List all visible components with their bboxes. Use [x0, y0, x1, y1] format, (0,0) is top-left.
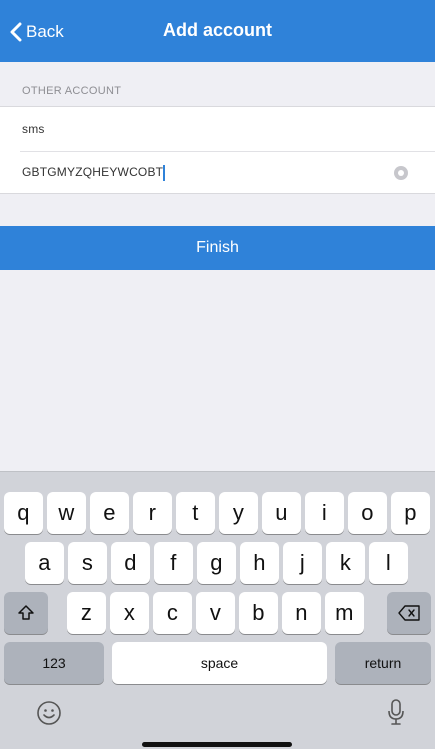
key-q[interactable]: q	[4, 492, 43, 534]
keyboard: qwertyuiop asdfghjkl zxcvbnm 123 space r…	[0, 471, 435, 749]
text-caret	[163, 165, 166, 181]
secret-key-row[interactable]: GBTGMYZQHEYWCOBT	[0, 151, 435, 195]
key-u[interactable]: u	[262, 492, 301, 534]
page-title: Add account	[162, 20, 272, 40]
emoji-icon	[37, 701, 61, 725]
space-key[interactable]: space	[112, 642, 327, 684]
account-name-row[interactable]: sms	[0, 107, 435, 151]
key-g[interactable]: g	[197, 542, 236, 584]
key-b[interactable]: b	[239, 592, 278, 634]
key-c[interactable]: c	[153, 592, 192, 634]
shift-key[interactable]	[4, 592, 48, 634]
key-t[interactable]: t	[176, 492, 215, 534]
backspace-icon	[398, 605, 420, 621]
key-f[interactable]: f	[154, 542, 193, 584]
key-w[interactable]: w	[47, 492, 86, 534]
account-form: sms GBTGMYZQHEYWCOBT	[0, 106, 435, 194]
return-key[interactable]: return	[335, 642, 431, 684]
secret-key-field[interactable]: GBTGMYZQHEYWCOBT	[22, 165, 166, 181]
key-p[interactable]: p	[391, 492, 430, 534]
delete-key[interactable]	[387, 592, 431, 634]
secret-key-text: GBTGMYZQHEYWCOBT	[22, 165, 164, 180]
numbers-key[interactable]: 123	[4, 642, 104, 684]
key-z[interactable]: z	[67, 592, 106, 634]
key-x[interactable]: x	[110, 592, 149, 634]
section-header: OTHER ACCOUNT	[22, 85, 122, 97]
key-e[interactable]: e	[90, 492, 129, 534]
account-name-field[interactable]: sms	[22, 122, 45, 136]
navigation-bar: Back Add account	[0, 0, 435, 62]
clear-circle-icon[interactable]	[394, 166, 408, 180]
key-j[interactable]: j	[283, 542, 322, 584]
key-a[interactable]: a	[25, 542, 64, 584]
key-r[interactable]: r	[133, 492, 172, 534]
key-l[interactable]: l	[369, 542, 408, 584]
home-indicator	[142, 742, 292, 747]
emoji-button[interactable]	[36, 700, 62, 731]
key-o[interactable]: o	[348, 492, 387, 534]
key-k[interactable]: k	[326, 542, 365, 584]
key-v[interactable]: v	[196, 592, 235, 634]
finish-button[interactable]: Finish	[0, 226, 435, 270]
key-h[interactable]: h	[240, 542, 279, 584]
key-d[interactable]: d	[111, 542, 150, 584]
key-s[interactable]: s	[68, 542, 107, 584]
key-i[interactable]: i	[305, 492, 344, 534]
shift-icon	[18, 605, 34, 620]
key-y[interactable]: y	[219, 492, 258, 534]
dictation-button[interactable]	[386, 698, 406, 731]
key-m[interactable]: m	[325, 592, 364, 634]
microphone-icon	[388, 699, 404, 725]
key-n[interactable]: n	[282, 592, 321, 634]
